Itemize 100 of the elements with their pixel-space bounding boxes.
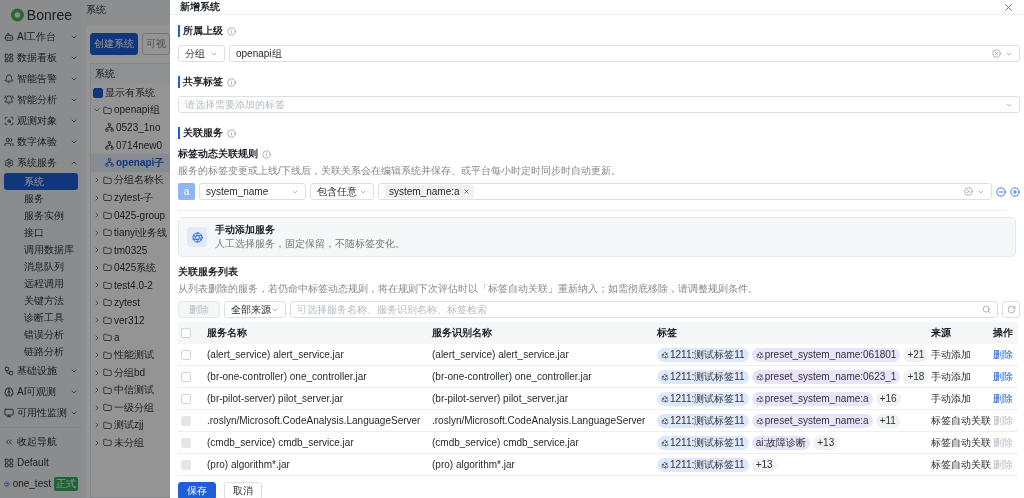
nav-subitem[interactable]: 服务: [4, 190, 78, 207]
nav-item[interactable]: AI可观测: [0, 381, 82, 402]
parent-select[interactable]: openapi组: [229, 45, 1020, 62]
source-select[interactable]: 全部来源: [224, 301, 286, 318]
key-select[interactable]: system_name: [199, 183, 306, 200]
nav-item[interactable]: 智能告警: [0, 68, 82, 89]
cancel-button[interactable]: 取消: [224, 482, 262, 498]
nav-subitem[interactable]: 链路分析: [4, 343, 78, 360]
info-icon: [262, 149, 271, 159]
tree-item[interactable]: 未分组: [91, 434, 170, 452]
workspace-item[interactable]: Default: [0, 452, 82, 473]
operator-select[interactable]: 包含任意: [310, 183, 374, 200]
nav-subitem[interactable]: 远程调用: [4, 275, 78, 292]
tree-item[interactable]: 测试zjj: [91, 416, 170, 434]
logo: Bonree: [0, 4, 82, 26]
monitor-icon: [4, 407, 14, 418]
type-select[interactable]: 分组: [178, 45, 225, 62]
nav-subitem[interactable]: 调用数据库: [4, 241, 78, 258]
table-cell: .roslyn/Microsoft.CodeAnalysis.LanguageServer: [429, 410, 654, 432]
tree-item[interactable]: 0425-group: [91, 206, 170, 224]
table-cell: (cmdb_service) cmdb_service.jar: [204, 432, 429, 454]
tree-item[interactable]: 中信测试: [91, 381, 170, 399]
clear-icon[interactable]: [964, 187, 973, 196]
tree-item[interactable]: zytest: [91, 294, 170, 312]
tag-chip: 1211:测试标签11: [657, 457, 749, 472]
tree-item[interactable]: 0425系统: [91, 259, 170, 277]
table-cell: .roslyn/Microsoft.CodeAnalysis.LanguageServer: [204, 410, 429, 432]
table-cell: 标签自动关联: [928, 432, 990, 454]
checkbox[interactable]: [93, 87, 103, 98]
tree-item[interactable]: 分组bd: [91, 364, 170, 382]
rule-badge: a: [178, 183, 195, 200]
avatar-icon: [4, 478, 10, 489]
nav-item[interactable]: 数字体验: [0, 131, 82, 152]
table-cell: (alert_service) alert_service.jar: [204, 344, 429, 366]
nav-item[interactable]: 可用性监测: [0, 402, 82, 423]
nav-subitem[interactable]: 错误分析: [4, 326, 78, 343]
collapse-nav-item[interactable]: 收起导航: [0, 431, 82, 452]
tree-item[interactable]: 一级分组: [91, 399, 170, 417]
tag-chip: 1211:测试标签11: [657, 413, 749, 428]
robot-icon: [4, 31, 14, 42]
gear-icon: [4, 157, 14, 168]
nav-subitem[interactable]: 系统: [4, 173, 78, 190]
section-title: 所属上级: [178, 25, 1020, 37]
delete-link[interactable]: 删除: [993, 391, 1013, 406]
tree-item[interactable]: zytest-子: [91, 189, 170, 207]
table-cell: (br-pilot-server) pilot_server.jar: [204, 388, 429, 410]
toolbar-button[interactable]: 可视: [142, 33, 170, 55]
tree-item[interactable]: openapi组: [91, 101, 170, 119]
nav-subitem[interactable]: 诊断工具: [4, 309, 78, 326]
tree-item[interactable]: 性能测试: [91, 346, 170, 364]
tree-item[interactable]: 0523_1no: [91, 119, 170, 137]
recycle-icon: [661, 350, 669, 359]
tag-chip: +11: [875, 413, 900, 428]
remove-icon[interactable]: [462, 188, 470, 195]
recycle-icon: [755, 350, 764, 359]
user-item[interactable]: one_test 正式: [0, 473, 82, 494]
tree-item[interactable]: 分组名称长: [91, 171, 170, 189]
tree-item[interactable]: openapi子: [91, 154, 170, 172]
folder-icon: [103, 385, 112, 395]
folder-icon: [103, 420, 112, 430]
tree-item[interactable]: tm0325: [91, 241, 170, 259]
tree-item[interactable]: ver312: [91, 311, 170, 329]
tree-item[interactable]: tianyi业务线: [91, 224, 170, 242]
nav-item[interactable]: 基础设施: [0, 360, 82, 381]
nav-item[interactable]: 数据看板: [0, 47, 82, 68]
tree-item[interactable]: a: [91, 329, 170, 347]
nav-subitem[interactable]: 关键方法: [4, 292, 78, 309]
tree-header: 系统: [91, 64, 170, 84]
tree-item[interactable]: 0714new0: [91, 136, 170, 154]
folder-icon: [103, 438, 112, 448]
column-header: 服务名称: [204, 322, 429, 344]
clear-icon[interactable]: [992, 49, 1001, 58]
tag-chip: 1211:测试标签11: [657, 369, 749, 384]
tag-chip: +13: [751, 457, 777, 472]
tag-chip: ai:故障诊断: [751, 435, 811, 450]
tag-chip: +21: [903, 347, 929, 362]
save-button[interactable]: 保存: [178, 482, 216, 498]
info-icon: [227, 26, 236, 36]
nav-item[interactable]: 观测对象: [0, 110, 82, 131]
nav-subitem[interactable]: 接口: [4, 224, 78, 241]
tree-item[interactable]: test4.0-2: [91, 276, 170, 294]
delete-link[interactable]: 删除: [993, 347, 1013, 362]
network-icon: [105, 140, 114, 150]
subsection-title: 关联服务列表: [178, 265, 239, 279]
recycle-icon: [661, 394, 669, 403]
toolbar-button[interactable]: 创建系统: [90, 33, 138, 55]
nav-item[interactable]: 智能分析: [0, 89, 82, 110]
value-select[interactable]: system_name:a: [378, 183, 992, 200]
nav-subitem[interactable]: 服务实例: [4, 207, 78, 224]
refresh-button[interactable]: [1002, 301, 1020, 318]
manual-add-card[interactable]: 手动添加服务 人工选择服务，固定保留，不随标签变化。: [178, 217, 1016, 257]
subsection-title: 标签动态关联规则: [178, 147, 1020, 161]
nav-item[interactable]: 系统服务: [0, 152, 82, 173]
nav-item[interactable]: AI工作台: [0, 26, 82, 47]
scan-icon: [4, 115, 14, 126]
tag-chip: preset_system_name:0623_1: [751, 369, 901, 384]
delete-link[interactable]: 删除: [993, 369, 1013, 384]
close-icon[interactable]: [1003, 1, 1014, 13]
column-header: 标签: [654, 322, 928, 344]
nav-subitem[interactable]: 消息队列: [4, 258, 78, 275]
